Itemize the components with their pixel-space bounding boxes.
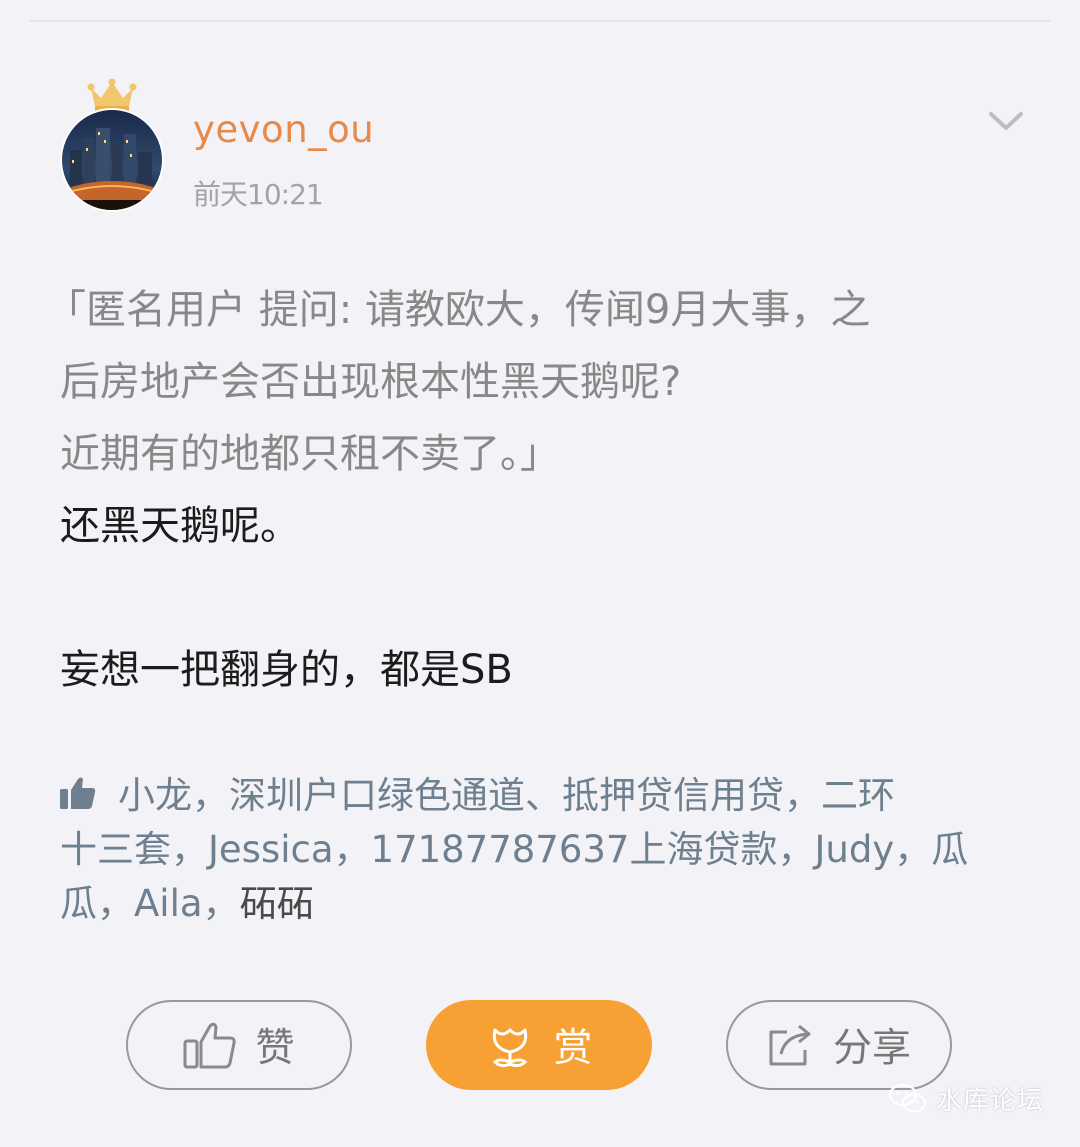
share-icon — [769, 1024, 811, 1066]
share-button[interactable]: 分享 — [726, 1000, 952, 1090]
quote-line: 后房地产会否出现根本性黑天鹅呢? — [60, 359, 682, 405]
post-timestamp: 前天10:21 — [193, 178, 324, 211]
reward-button[interactable]: 赏 — [426, 1000, 652, 1090]
watermark: 水库论坛 — [888, 1080, 1044, 1117]
watermark-text: 水库论坛 — [936, 1086, 1045, 1116]
likes-last-name[interactable]: 砳砳 — [240, 882, 314, 925]
reply-text: 还黑天鹅呢。 妄想一把翻身的，都是SB — [60, 490, 1020, 706]
quoted-question: 「匿名用户 提问: 请教欧大，传闻9月大事，之 后房地产会否出现根本性黑天鹅呢?… — [46, 274, 1020, 490]
like-button[interactable]: 赞 — [126, 1000, 352, 1090]
like-label: 赞 — [255, 1026, 295, 1071]
chevron-down-icon[interactable] — [985, 106, 1027, 136]
share-label: 分享 — [832, 1026, 911, 1071]
author-name[interactable]: yevon_ou — [193, 108, 374, 151]
reply-line: 还黑天鹅呢。 — [60, 503, 300, 549]
reply-line: 妄想一把翻身的，都是SB — [60, 647, 513, 693]
crown-icon — [87, 78, 137, 111]
thumbs-up-icon — [183, 1022, 237, 1069]
likes-list: 小龙，深圳户口绿色通道、抵押贷信用贷，二环 十三套，Jessica，171877… — [60, 769, 1020, 931]
reward-label: 赏 — [553, 1026, 593, 1071]
avatar[interactable] — [60, 108, 164, 212]
flower-icon — [493, 1028, 528, 1068]
likes-line[interactable]: 小龙，深圳户口绿色通道、抵押贷信用贷，二环 — [118, 774, 895, 817]
quote-line: 近期有的地都只租不卖了。」 — [60, 431, 560, 477]
quote-line: 「匿名用户 提问: 请教欧大，传闻9月大事，之 — [46, 287, 871, 333]
top-divider — [30, 20, 1050, 22]
author-avatar-block[interactable] — [60, 78, 164, 212]
likes-line[interactable]: 十三套，Jessica，17187787637上海贷款，Judy，瓜 — [60, 823, 1020, 877]
post-body: 「匿名用户 提问: 请教欧大，传闻9月大事，之 后房地产会否出现根本性黑天鹅呢?… — [46, 274, 1020, 706]
thumbs-up-icon — [60, 777, 96, 809]
wechat-icon — [888, 1083, 927, 1113]
reply-blank-line — [60, 562, 1020, 634]
likes-line[interactable]: 瓜，Aila， — [60, 882, 240, 925]
